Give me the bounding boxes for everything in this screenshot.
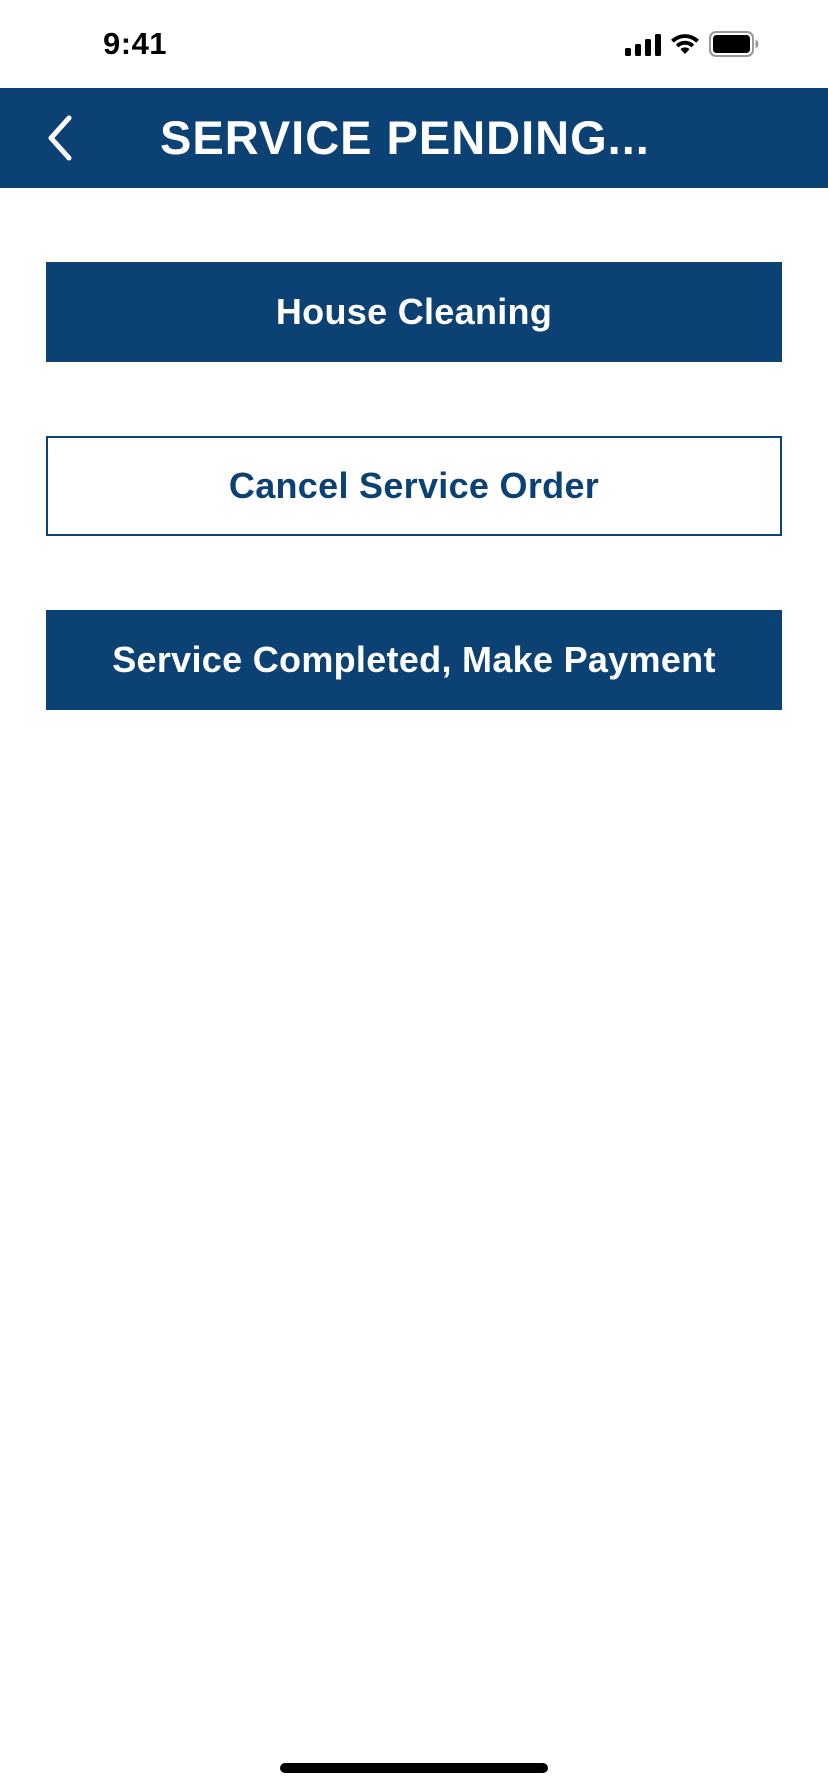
- wifi-icon: [671, 34, 699, 54]
- make-payment-button[interactable]: Service Completed, Make Payment: [46, 610, 782, 710]
- battery-icon: [709, 31, 759, 57]
- status-bar: 9:41: [0, 0, 828, 88]
- status-time: 9:41: [103, 26, 168, 61]
- home-indicator[interactable]: [280, 1763, 548, 1773]
- app-header: SERVICE PENDING...: [0, 88, 828, 188]
- chevron-left-icon: [48, 115, 72, 161]
- signal-icon: [625, 34, 661, 56]
- cancel-service-order-button[interactable]: Cancel Service Order: [46, 436, 782, 536]
- house-cleaning-button[interactable]: House Cleaning: [46, 262, 782, 362]
- back-button[interactable]: [30, 104, 90, 172]
- page-title: SERVICE PENDING...: [160, 111, 650, 164]
